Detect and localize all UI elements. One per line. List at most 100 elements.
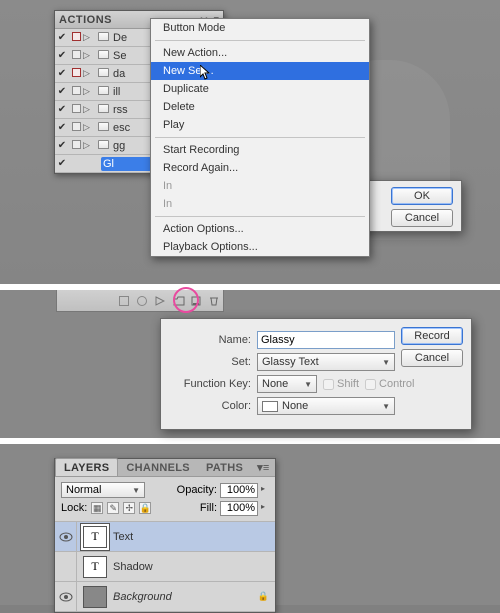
tab-channels[interactable]: CHANNELS: [118, 459, 198, 476]
disclosure-icon[interactable]: ▷: [83, 50, 95, 61]
set-combo[interactable]: Glassy Text ▼: [257, 353, 395, 371]
new-action-icon[interactable]: [191, 296, 201, 306]
row-enabled-checkbox[interactable]: ✔: [55, 140, 69, 151]
visibility-toggle[interactable]: [55, 552, 77, 581]
layer-row[interactable]: Background 🔒: [55, 582, 275, 612]
folder-icon: [95, 86, 111, 98]
lock-label: Lock:: [61, 502, 87, 514]
fill-label: Fill:: [200, 502, 217, 514]
disclosure-icon[interactable]: ▷: [83, 68, 95, 79]
opacity-label: Opacity:: [177, 484, 217, 496]
color-label: Color:: [167, 400, 257, 412]
row-dialog-toggle[interactable]: [69, 104, 83, 116]
lock-position-icon[interactable]: ✢: [123, 502, 135, 514]
layer-thumbnail: [83, 586, 107, 608]
lock-icon: 🔒: [258, 591, 269, 602]
row-enabled-checkbox[interactable]: ✔: [55, 68, 69, 79]
eye-icon: [59, 532, 73, 542]
opacity-slider-icon[interactable]: ▸: [261, 484, 269, 496]
lock-transparency-icon[interactable]: ▦: [91, 502, 103, 514]
menu-button-mode[interactable]: Button Mode: [151, 19, 369, 37]
menu-new-set[interactable]: New Set...: [151, 62, 369, 80]
chevron-down-icon: ▼: [382, 358, 390, 367]
function-key-combo[interactable]: None ▼: [257, 375, 317, 393]
eye-icon: [59, 592, 73, 602]
row-dialog-toggle[interactable]: [69, 32, 83, 44]
actions-panel-title: ACTIONS: [59, 14, 112, 26]
row-dialog-toggle[interactable]: [69, 122, 83, 134]
cancel-button[interactable]: Cancel: [401, 349, 463, 367]
action-name-input[interactable]: [257, 331, 395, 349]
menu-play[interactable]: Play: [151, 116, 369, 134]
row-dialog-toggle[interactable]: [69, 86, 83, 98]
record-button[interactable]: Record: [401, 327, 463, 345]
ok-button[interactable]: OK: [391, 187, 453, 205]
folder-icon: [95, 50, 111, 62]
fill-slider-icon[interactable]: ▸: [261, 502, 269, 514]
layer-name: Shadow: [113, 561, 153, 573]
color-swatch: [262, 401, 278, 412]
row-enabled-checkbox[interactable]: ✔: [55, 86, 69, 97]
menu-duplicate[interactable]: Duplicate: [151, 80, 369, 98]
visibility-toggle[interactable]: [55, 522, 77, 551]
text-layer-thumbnail: T: [83, 526, 107, 548]
menu-playback-options[interactable]: Playback Options...: [151, 238, 369, 256]
tab-paths[interactable]: PATHS: [198, 459, 251, 476]
disclosure-icon[interactable]: ▷: [83, 140, 95, 151]
trash-icon[interactable]: [209, 296, 219, 306]
disclosure-open-icon[interactable]: ▽: [83, 158, 101, 169]
visibility-toggle[interactable]: [55, 582, 77, 611]
row-dialog-toggle[interactable]: [69, 50, 83, 62]
lock-all-icon[interactable]: 🔒: [139, 502, 151, 514]
row-enabled-checkbox[interactable]: ✔: [55, 104, 69, 115]
disclosure-icon[interactable]: ▷: [83, 104, 95, 115]
menu-insert-2: In: [151, 195, 369, 213]
layer-name: Text: [113, 531, 133, 543]
chevron-down-icon: ▼: [132, 486, 140, 495]
folder-icon: [95, 32, 111, 44]
record-icon[interactable]: [137, 296, 147, 306]
cancel-button[interactable]: Cancel: [391, 209, 453, 227]
disclosure-icon[interactable]: ▷: [83, 32, 95, 43]
new-action-dialog: Name: Set: Glassy Text ▼ Function Key: N…: [160, 318, 472, 430]
control-checkbox[interactable]: Control: [365, 378, 414, 390]
menu-action-options[interactable]: Action Options...: [151, 220, 369, 238]
disclosure-icon[interactable]: ▷: [83, 86, 95, 97]
lock-pixels-icon[interactable]: ✎: [107, 502, 119, 514]
opacity-input[interactable]: 100%: [220, 483, 258, 498]
disclosure-icon[interactable]: ▷: [83, 122, 95, 133]
set-label: Set:: [167, 356, 257, 368]
chevron-down-icon: ▼: [382, 402, 390, 411]
tab-layers[interactable]: LAYERS: [55, 458, 118, 476]
play-icon[interactable]: [155, 296, 165, 306]
menu-new-action[interactable]: New Action...: [151, 44, 369, 62]
folder-icon: [95, 140, 111, 152]
layers-panel: LAYERS CHANNELS PATHS ▾≡ Normal ▼ Opacit…: [54, 458, 276, 613]
row-enabled-checkbox[interactable]: ✔: [55, 50, 69, 61]
actions-context-menu: Button Mode New Action... New Set... Dup…: [150, 18, 370, 257]
row-enabled-checkbox[interactable]: ✔: [55, 158, 69, 169]
menu-insert-1: In: [151, 177, 369, 195]
folder-icon: [95, 122, 111, 134]
menu-record-again[interactable]: Record Again...: [151, 159, 369, 177]
stop-icon[interactable]: [119, 296, 129, 306]
panel-tabs: LAYERS CHANNELS PATHS ▾≡: [55, 459, 275, 477]
layer-row[interactable]: T Shadow: [55, 552, 275, 582]
row-dialog-toggle[interactable]: [69, 68, 83, 80]
new-set-icon[interactable]: [173, 296, 183, 306]
menu-start-recording[interactable]: Start Recording: [151, 141, 369, 159]
chevron-down-icon: ▼: [304, 380, 312, 389]
color-combo[interactable]: None ▼: [257, 397, 395, 415]
row-dialog-toggle[interactable]: [69, 140, 83, 152]
menu-delete[interactable]: Delete: [151, 98, 369, 116]
layer-row[interactable]: T Text: [55, 522, 275, 552]
row-enabled-checkbox[interactable]: ✔: [55, 32, 69, 43]
folder-icon: [95, 68, 111, 80]
blend-mode-combo[interactable]: Normal ▼: [61, 482, 145, 498]
shift-checkbox[interactable]: Shift: [323, 378, 359, 390]
row-enabled-checkbox[interactable]: ✔: [55, 122, 69, 133]
panel-menu-icon[interactable]: ▾≡: [251, 459, 276, 476]
function-key-label: Function Key:: [167, 378, 257, 390]
folder-icon: [95, 104, 111, 116]
fill-input[interactable]: 100%: [220, 501, 258, 516]
